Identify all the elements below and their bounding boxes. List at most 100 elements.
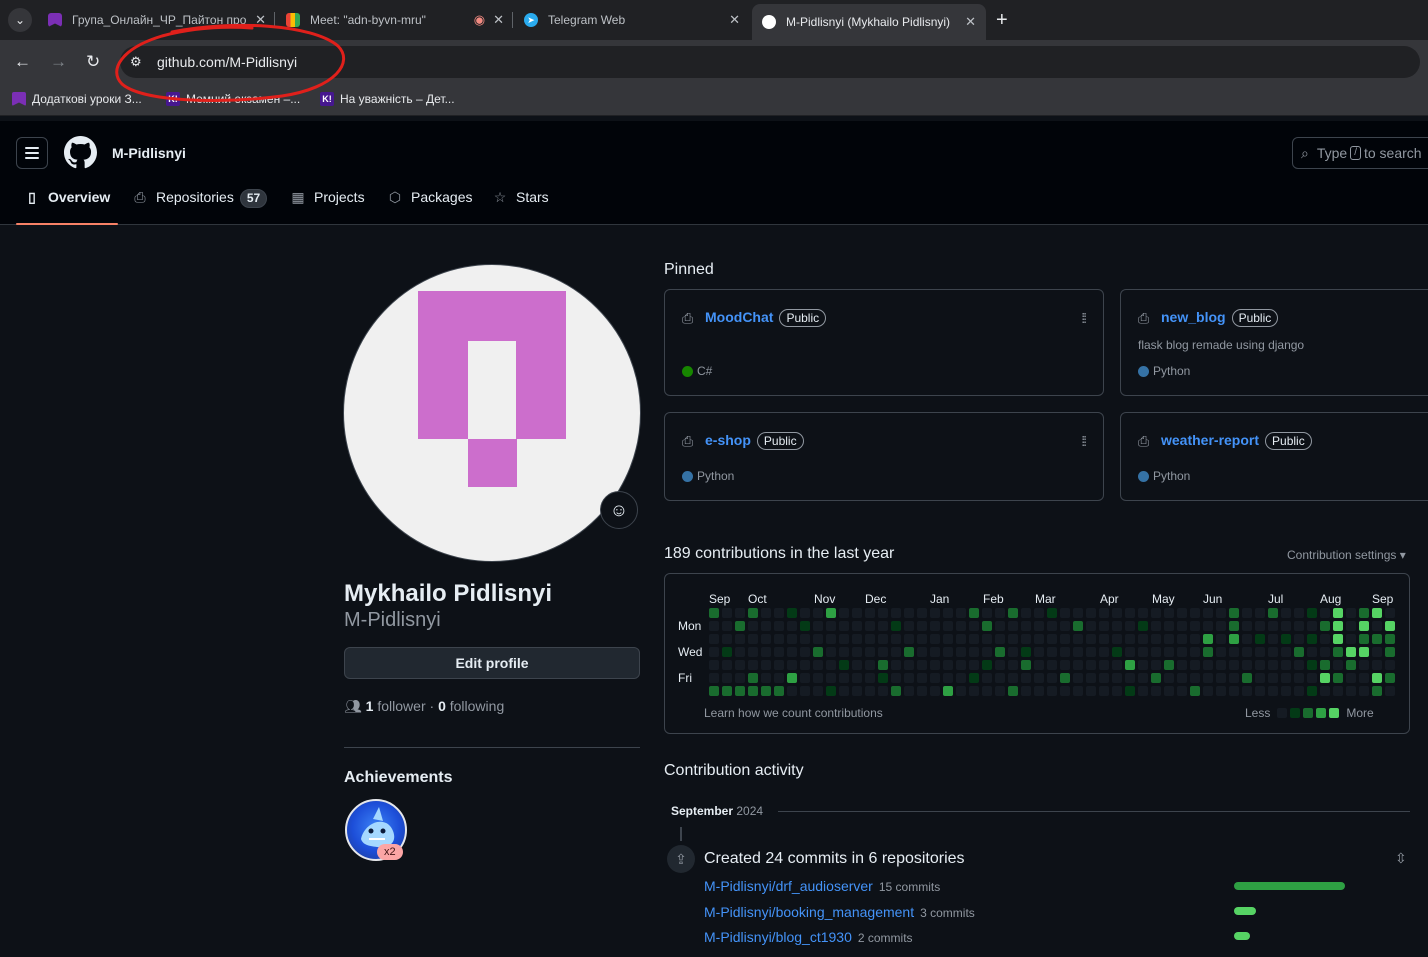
contribution-day-cell[interactable] bbox=[865, 660, 875, 670]
contribution-day-cell[interactable] bbox=[1047, 660, 1057, 670]
contribution-day-cell[interactable] bbox=[1216, 686, 1226, 696]
contribution-day-cell[interactable] bbox=[1333, 647, 1343, 657]
contribution-day-cell[interactable] bbox=[1372, 673, 1382, 683]
contribution-day-cell[interactable] bbox=[1112, 634, 1122, 644]
contribution-day-cell[interactable] bbox=[943, 634, 953, 644]
contribution-day-cell[interactable] bbox=[943, 673, 953, 683]
contribution-day-cell[interactable] bbox=[852, 608, 862, 618]
contribution-day-cell[interactable] bbox=[878, 673, 888, 683]
contribution-day-cell[interactable] bbox=[1034, 621, 1044, 631]
contribution-day-cell[interactable] bbox=[787, 673, 797, 683]
following-link[interactable]: 0 following bbox=[438, 698, 504, 714]
contribution-day-cell[interactable] bbox=[1138, 621, 1148, 631]
contribution-day-cell[interactable] bbox=[1281, 673, 1291, 683]
contribution-day-cell[interactable] bbox=[904, 634, 914, 644]
contribution-day-cell[interactable] bbox=[1346, 660, 1356, 670]
contribution-day-cell[interactable] bbox=[761, 621, 771, 631]
contribution-day-cell[interactable] bbox=[1125, 608, 1135, 618]
commit-repo-link[interactable]: M-Pidlisnyi/booking_management bbox=[704, 904, 914, 920]
contribution-day-cell[interactable] bbox=[1060, 608, 1070, 618]
contribution-day-cell[interactable] bbox=[1216, 647, 1226, 657]
contribution-day-cell[interactable] bbox=[1151, 660, 1161, 670]
contribution-day-cell[interactable] bbox=[1151, 673, 1161, 683]
contribution-day-cell[interactable] bbox=[722, 647, 732, 657]
contribution-day-cell[interactable] bbox=[1203, 660, 1213, 670]
contribution-day-cell[interactable] bbox=[1242, 647, 1252, 657]
contribution-day-cell[interactable] bbox=[995, 634, 1005, 644]
contribution-day-cell[interactable] bbox=[1229, 634, 1239, 644]
tab-overview[interactable]: ▯ Overview bbox=[15, 189, 119, 225]
contribution-day-cell[interactable] bbox=[722, 608, 732, 618]
contribution-day-cell[interactable] bbox=[1177, 673, 1187, 683]
contribution-day-cell[interactable] bbox=[917, 686, 927, 696]
contribution-day-cell[interactable] bbox=[761, 686, 771, 696]
contribution-day-cell[interactable] bbox=[1190, 660, 1200, 670]
contribution-day-cell[interactable] bbox=[1268, 673, 1278, 683]
contribution-day-cell[interactable] bbox=[709, 608, 719, 618]
contribution-day-cell[interactable] bbox=[969, 634, 979, 644]
reload-icon[interactable]: ↻ bbox=[86, 52, 100, 72]
contribution-day-cell[interactable] bbox=[1294, 621, 1304, 631]
contribution-day-cell[interactable] bbox=[774, 608, 784, 618]
repo-name-link[interactable]: e-shop Public bbox=[705, 432, 804, 450]
contribution-day-cell[interactable] bbox=[1086, 621, 1096, 631]
contribution-day-cell[interactable] bbox=[839, 673, 849, 683]
contribution-day-cell[interactable] bbox=[839, 660, 849, 670]
contribution-day-cell[interactable] bbox=[865, 634, 875, 644]
contribution-day-cell[interactable] bbox=[1008, 621, 1018, 631]
contribution-day-cell[interactable] bbox=[1268, 621, 1278, 631]
contribution-day-cell[interactable] bbox=[1112, 660, 1122, 670]
contribution-day-cell[interactable] bbox=[891, 634, 901, 644]
contribution-day-cell[interactable] bbox=[1320, 673, 1330, 683]
contribution-day-cell[interactable] bbox=[787, 608, 797, 618]
contribution-day-cell[interactable] bbox=[1268, 686, 1278, 696]
contribution-day-cell[interactable] bbox=[1385, 660, 1395, 670]
contribution-day-cell[interactable] bbox=[800, 634, 810, 644]
contribution-day-cell[interactable] bbox=[735, 647, 745, 657]
back-arrow-icon[interactable]: ← bbox=[14, 52, 31, 72]
contribution-day-cell[interactable] bbox=[1138, 608, 1148, 618]
contribution-day-cell[interactable] bbox=[969, 647, 979, 657]
contribution-day-cell[interactable] bbox=[891, 647, 901, 657]
contribution-day-cell[interactable] bbox=[1255, 673, 1265, 683]
contribution-day-cell[interactable] bbox=[1034, 686, 1044, 696]
contribution-day-cell[interactable] bbox=[787, 621, 797, 631]
learn-contributions-link[interactable]: Learn how we count contributions bbox=[704, 706, 883, 720]
contribution-day-cell[interactable] bbox=[1112, 608, 1122, 618]
commit-count-link[interactable]: 2 commits bbox=[858, 931, 913, 945]
contribution-day-cell[interactable] bbox=[1177, 634, 1187, 644]
contribution-day-cell[interactable] bbox=[943, 608, 953, 618]
contribution-day-cell[interactable] bbox=[969, 673, 979, 683]
contribution-day-cell[interactable] bbox=[813, 673, 823, 683]
contribution-day-cell[interactable] bbox=[709, 647, 719, 657]
contribution-day-cell[interactable] bbox=[1320, 647, 1330, 657]
contribution-day-cell[interactable] bbox=[748, 673, 758, 683]
contribution-day-cell[interactable] bbox=[1164, 673, 1174, 683]
contribution-day-cell[interactable] bbox=[1138, 660, 1148, 670]
tab-stars[interactable]: ☆ Stars bbox=[492, 189, 549, 225]
contribution-day-cell[interactable] bbox=[1203, 686, 1213, 696]
contribution-day-cell[interactable] bbox=[1229, 608, 1239, 618]
contribution-day-cell[interactable] bbox=[1125, 647, 1135, 657]
contribution-day-cell[interactable] bbox=[1177, 686, 1187, 696]
contribution-day-cell[interactable] bbox=[774, 634, 784, 644]
contribution-day-cell[interactable] bbox=[1164, 660, 1174, 670]
contribution-day-cell[interactable] bbox=[1268, 647, 1278, 657]
contribution-day-cell[interactable] bbox=[1359, 608, 1369, 618]
contribution-day-cell[interactable] bbox=[930, 608, 940, 618]
contribution-day-cell[interactable] bbox=[1346, 647, 1356, 657]
contribution-day-cell[interactable] bbox=[956, 621, 966, 631]
contribution-day-cell[interactable] bbox=[904, 608, 914, 618]
contribution-day-cell[interactable] bbox=[1385, 673, 1395, 683]
contribution-day-cell[interactable] bbox=[930, 621, 940, 631]
contribution-day-cell[interactable] bbox=[930, 673, 940, 683]
contribution-day-cell[interactable] bbox=[1164, 647, 1174, 657]
contribution-day-cell[interactable] bbox=[1164, 634, 1174, 644]
contribution-day-cell[interactable] bbox=[813, 621, 823, 631]
contribution-day-cell[interactable] bbox=[943, 686, 953, 696]
commit-count-link[interactable]: 15 commits bbox=[879, 880, 940, 894]
contribution-day-cell[interactable] bbox=[1281, 686, 1291, 696]
contribution-day-cell[interactable] bbox=[1060, 621, 1070, 631]
contribution-day-cell[interactable] bbox=[1008, 660, 1018, 670]
contribution-day-cell[interactable] bbox=[826, 660, 836, 670]
